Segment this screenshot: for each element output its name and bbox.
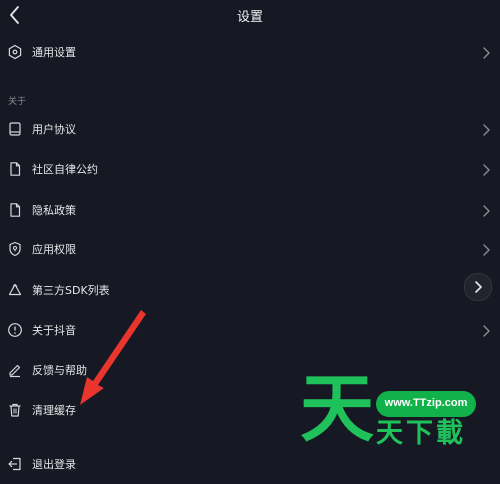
watermark-url: www.TTzip.com xyxy=(384,397,468,409)
watermark-url-badge: www.TTzip.com xyxy=(376,391,476,417)
watermark-big-char: 天 xyxy=(300,366,374,452)
watermark-text: 天下載 xyxy=(376,418,466,449)
